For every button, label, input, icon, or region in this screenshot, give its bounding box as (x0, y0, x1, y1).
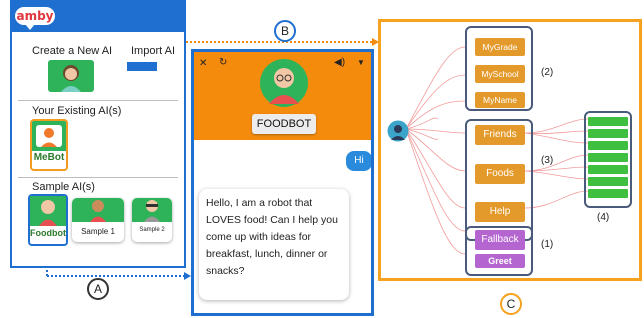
sample1-thumbnail (72, 198, 124, 222)
bot-name-badge: FOODBOT (252, 114, 316, 134)
marker-a: A (87, 278, 109, 300)
create-ai-label: Create a New AI (32, 45, 113, 57)
amby-logo: amby (15, 7, 55, 30)
avatar-icon (61, 65, 81, 92)
group-2-label: (2) (541, 67, 554, 78)
intent-myname[interactable]: MyName (475, 92, 525, 108)
person-icon (144, 200, 160, 222)
sample-card-label: Sample 2 (139, 227, 165, 233)
user-avatar-icon (387, 120, 409, 142)
mebot-thumbnail (32, 121, 66, 151)
intent-myschool[interactable]: MySchool (475, 65, 525, 83)
divider (18, 177, 178, 178)
response-bar[interactable] (588, 117, 628, 126)
intent-help[interactable]: Help (475, 202, 525, 222)
bot-avatar-icon (260, 59, 308, 107)
response-bar[interactable] (588, 141, 628, 150)
chat-header: ✕ ↻ ◀) ▼ FOODBOT (194, 52, 371, 140)
response-bar[interactable] (588, 189, 628, 198)
intent-graph-panel: MyGrade MySchool MyName (2) Friends Food… (378, 19, 642, 281)
mebot-label: MeBot (33, 152, 65, 163)
intent-greet[interactable]: Greet (475, 254, 525, 268)
chat-panel: ✕ ↻ ◀) ▼ FOODBOT Hi Hello, I am a robot … (191, 49, 374, 316)
import-ai-label: Import AI (131, 45, 176, 57)
foodbot-thumbnail (30, 196, 66, 226)
user-message-bubble: Hi (346, 151, 371, 171)
marker-b: B (274, 20, 296, 42)
bald-robot-icon (39, 200, 57, 226)
amby-app-panel: amby Create a New AI Import AI Your Exis… (10, 0, 186, 268)
sample-card-sample2[interactable]: Sample 2 (132, 198, 172, 242)
sample2-thumbnail (132, 198, 172, 222)
response-bar[interactable] (588, 153, 628, 162)
intent-foods[interactable]: Foods (475, 164, 525, 184)
app-top-bar: amby (12, 2, 184, 32)
volume-icon[interactable]: ◀) (334, 57, 345, 68)
create-ai-button[interactable] (48, 60, 94, 92)
sample-card-sample1[interactable]: Sample 1 (72, 198, 124, 242)
group-3-label: (3) (541, 155, 554, 166)
divider (18, 100, 178, 101)
robot-avatar-icon (36, 125, 62, 147)
mebot-card[interactable]: MeBot (30, 119, 68, 171)
refresh-icon[interactable]: ↻ (219, 57, 227, 68)
intent-friends[interactable]: Friends (475, 125, 525, 145)
response-bar[interactable] (588, 165, 628, 174)
sample-card-label: Foodbot (30, 228, 66, 238)
import-ai-button[interactable] (127, 62, 157, 71)
group-4-label: (4) (597, 212, 610, 223)
chevron-down-icon[interactable]: ▼ (357, 58, 365, 67)
sample-ai-label: Sample AI(s) (32, 181, 95, 193)
group-1-label: (1) (541, 239, 554, 250)
sample-card-foodbot[interactable]: Foodbot (28, 194, 68, 246)
sample-card-label: Sample 1 (81, 227, 115, 236)
response-bar[interactable] (588, 177, 628, 186)
intent-mygrade[interactable]: MyGrade (475, 38, 525, 56)
person-icon (90, 200, 106, 222)
response-bar[interactable] (588, 129, 628, 138)
existing-ai-label: Your Existing AI(s) (32, 105, 122, 117)
intent-fallback[interactable]: Fallback (475, 230, 525, 250)
mic-off-icon[interactable]: ✕ (199, 58, 207, 69)
bot-message-bubble: Hello, I am a robot that LOVES food! Can… (199, 189, 349, 300)
marker-c: C (500, 293, 522, 315)
